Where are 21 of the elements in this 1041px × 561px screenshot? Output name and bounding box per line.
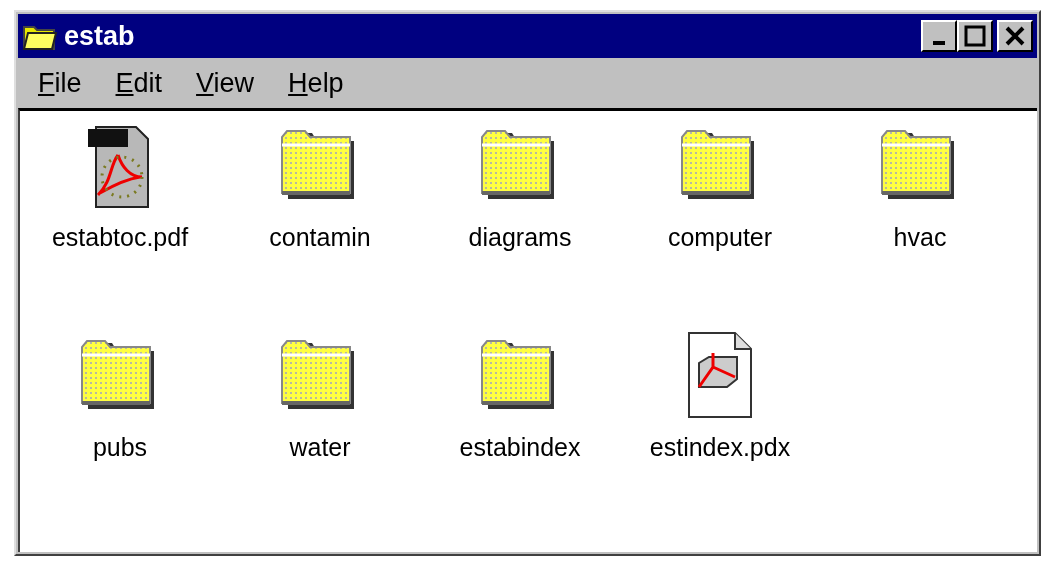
file-name[interactable]: contamin [269,225,371,250]
menu-item[interactable]: View [196,69,255,97]
file-name[interactable]: diagrams [468,225,572,250]
maximize-icon [964,25,986,47]
file-name[interactable]: pubs [92,435,148,460]
window-title: estab [64,22,135,50]
menu-item[interactable]: Edit [115,69,163,97]
minimize-button[interactable] [921,20,957,52]
file-name[interactable]: water [289,435,351,460]
file-name[interactable]: estindex.pdx [649,435,791,460]
close-icon [1004,26,1026,46]
menu-item[interactable]: File [38,69,82,97]
maximize-button[interactable] [957,20,993,52]
file-name[interactable]: estabindex [459,435,581,460]
file-name[interactable]: estabtoc.pdf [51,225,189,250]
file-name[interactable]: computer [667,225,773,250]
close-button[interactable] [997,20,1033,52]
file-name[interactable]: hvac [893,225,947,250]
minimize-icon [933,41,945,45]
document-icon [687,331,753,419]
menu-item[interactable]: Help [288,69,344,97]
